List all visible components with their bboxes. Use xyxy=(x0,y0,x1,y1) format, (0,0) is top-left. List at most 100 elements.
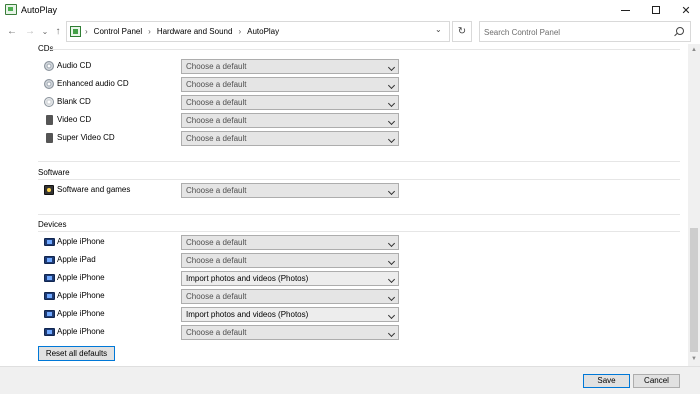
window-title: AutoPlay xyxy=(21,5,58,15)
control-panel-icon xyxy=(70,26,81,37)
address-bar[interactable]: › Control Panel › Hardware and Sound › A… xyxy=(66,21,450,42)
refresh-button[interactable]: ↻ xyxy=(452,21,472,42)
minimize-button[interactable] xyxy=(610,0,640,20)
blank-cd-icon xyxy=(44,97,54,107)
scrollbar-thumb[interactable] xyxy=(690,228,698,352)
row-label-device: Apple iPad xyxy=(57,255,96,264)
breadcrumb: › Control Panel › Hardware and Sound › A… xyxy=(85,22,279,41)
device-default-select[interactable]: Choose a default xyxy=(181,289,399,304)
chevron-down-icon xyxy=(387,311,396,320)
section-title-software: Software xyxy=(38,168,70,177)
apple-device-icon xyxy=(44,328,55,336)
video-cd-default-select[interactable]: Choose a default xyxy=(181,113,399,128)
select-value: Choose a default xyxy=(186,186,247,195)
breadcrumb-hardware-and-sound[interactable]: Hardware and Sound xyxy=(157,27,233,36)
select-value: Choose a default xyxy=(186,98,247,107)
chevron-down-icon xyxy=(387,257,396,266)
maximize-icon xyxy=(652,6,660,14)
breadcrumb-separator: › xyxy=(85,27,88,36)
select-value: Import photos and videos (Photos) xyxy=(186,274,309,283)
software-games-default-select[interactable]: Choose a default xyxy=(181,183,399,198)
row-label-device: Apple iPhone xyxy=(57,291,105,300)
section-divider xyxy=(38,231,680,232)
section-divider xyxy=(38,161,680,162)
chevron-down-icon xyxy=(387,275,396,284)
breadcrumb-separator: › xyxy=(148,27,151,36)
dialog-footer: Save Cancel xyxy=(0,366,700,394)
video-cd-icon xyxy=(46,115,53,125)
section-divider xyxy=(38,214,680,215)
scroll-up-icon[interactable]: ▲ xyxy=(691,47,697,53)
row-label-enhanced-audio-cd: Enhanced audio CD xyxy=(57,79,129,88)
row-label-software-and-games: Software and games xyxy=(57,185,131,194)
search-input[interactable] xyxy=(484,25,664,39)
row-label-super-video-cd: Super Video CD xyxy=(57,133,115,142)
back-button[interactable]: ← xyxy=(6,25,18,39)
section-divider xyxy=(38,179,680,180)
forward-button[interactable]: → xyxy=(24,25,36,39)
chevron-down-icon xyxy=(387,81,396,90)
section-divider xyxy=(50,49,680,50)
save-button[interactable]: Save xyxy=(583,374,630,388)
super-video-cd-default-select[interactable]: Choose a default xyxy=(181,131,399,146)
search-box[interactable] xyxy=(479,21,691,42)
breadcrumb-autoplay[interactable]: AutoPlay xyxy=(247,27,279,36)
select-value: Choose a default xyxy=(186,238,247,247)
address-dropdown-icon[interactable]: ⌄ xyxy=(435,25,442,34)
autoplay-settings: CDs Audio CD Choose a default Enhanced a… xyxy=(0,44,688,366)
scroll-down-icon[interactable]: ▼ xyxy=(691,356,697,362)
row-label-video-cd: Video CD xyxy=(57,115,92,124)
device-default-select[interactable]: Choose a default xyxy=(181,325,399,340)
select-value: Choose a default xyxy=(186,134,247,143)
row-label-device: Apple iPhone xyxy=(57,273,105,282)
apple-device-icon xyxy=(44,292,55,300)
breadcrumb-control-panel[interactable]: Control Panel xyxy=(94,27,142,36)
cancel-button[interactable]: Cancel xyxy=(633,374,680,388)
device-default-select[interactable]: Import photos and videos (Photos) xyxy=(181,307,399,322)
select-value: Choose a default xyxy=(186,328,247,337)
chevron-down-icon xyxy=(387,187,396,196)
row-label-blank-cd: Blank CD xyxy=(57,97,91,106)
recent-locations-button[interactable]: ⌄ xyxy=(39,25,51,39)
select-value: Import photos and videos (Photos) xyxy=(186,310,309,319)
chevron-down-icon xyxy=(387,99,396,108)
maximize-button[interactable] xyxy=(641,0,671,20)
apple-device-icon xyxy=(44,274,55,282)
autoplay-app-icon xyxy=(5,4,17,15)
minimize-icon xyxy=(620,9,630,11)
software-games-icon xyxy=(44,185,54,195)
device-default-select[interactable]: Import photos and videos (Photos) xyxy=(181,271,399,286)
select-value: Choose a default xyxy=(186,292,247,301)
chevron-down-icon xyxy=(387,63,396,72)
super-video-cd-icon xyxy=(46,133,53,143)
enhanced-audio-cd-default-select[interactable]: Choose a default xyxy=(181,77,399,92)
row-label-audio-cd: Audio CD xyxy=(57,61,92,70)
device-default-select[interactable]: Choose a default xyxy=(181,235,399,250)
select-value: Choose a default xyxy=(186,116,247,125)
vertical-scrollbar[interactable]: ▲ ▼ xyxy=(688,44,700,366)
up-button[interactable]: ↑ xyxy=(52,25,64,39)
apple-device-icon xyxy=(44,310,55,318)
close-icon: ✕ xyxy=(681,4,691,17)
chevron-down-icon xyxy=(387,135,396,144)
audio-cd-default-select[interactable]: Choose a default xyxy=(181,59,399,74)
search-icon[interactable] xyxy=(676,27,684,35)
row-label-device: Apple iPhone xyxy=(57,237,105,246)
select-value: Choose a default xyxy=(186,62,247,71)
title-bar: AutoPlay ✕ xyxy=(0,0,700,20)
close-button[interactable]: ✕ xyxy=(671,0,700,20)
refresh-icon: ↻ xyxy=(457,26,467,37)
audio-cd-icon xyxy=(44,61,54,71)
blank-cd-default-select[interactable]: Choose a default xyxy=(181,95,399,110)
device-default-select[interactable]: Choose a default xyxy=(181,253,399,268)
breadcrumb-separator: › xyxy=(238,27,242,36)
section-title-devices: Devices xyxy=(38,220,67,229)
reset-all-defaults-button[interactable]: Reset all defaults xyxy=(38,346,115,361)
chevron-down-icon xyxy=(387,239,396,248)
apple-device-icon xyxy=(44,238,55,246)
enhanced-audio-cd-icon xyxy=(44,79,54,89)
apple-device-icon xyxy=(44,256,55,264)
row-label-device: Apple iPhone xyxy=(57,327,105,336)
chevron-down-icon xyxy=(387,293,396,302)
chevron-down-icon xyxy=(387,329,396,338)
